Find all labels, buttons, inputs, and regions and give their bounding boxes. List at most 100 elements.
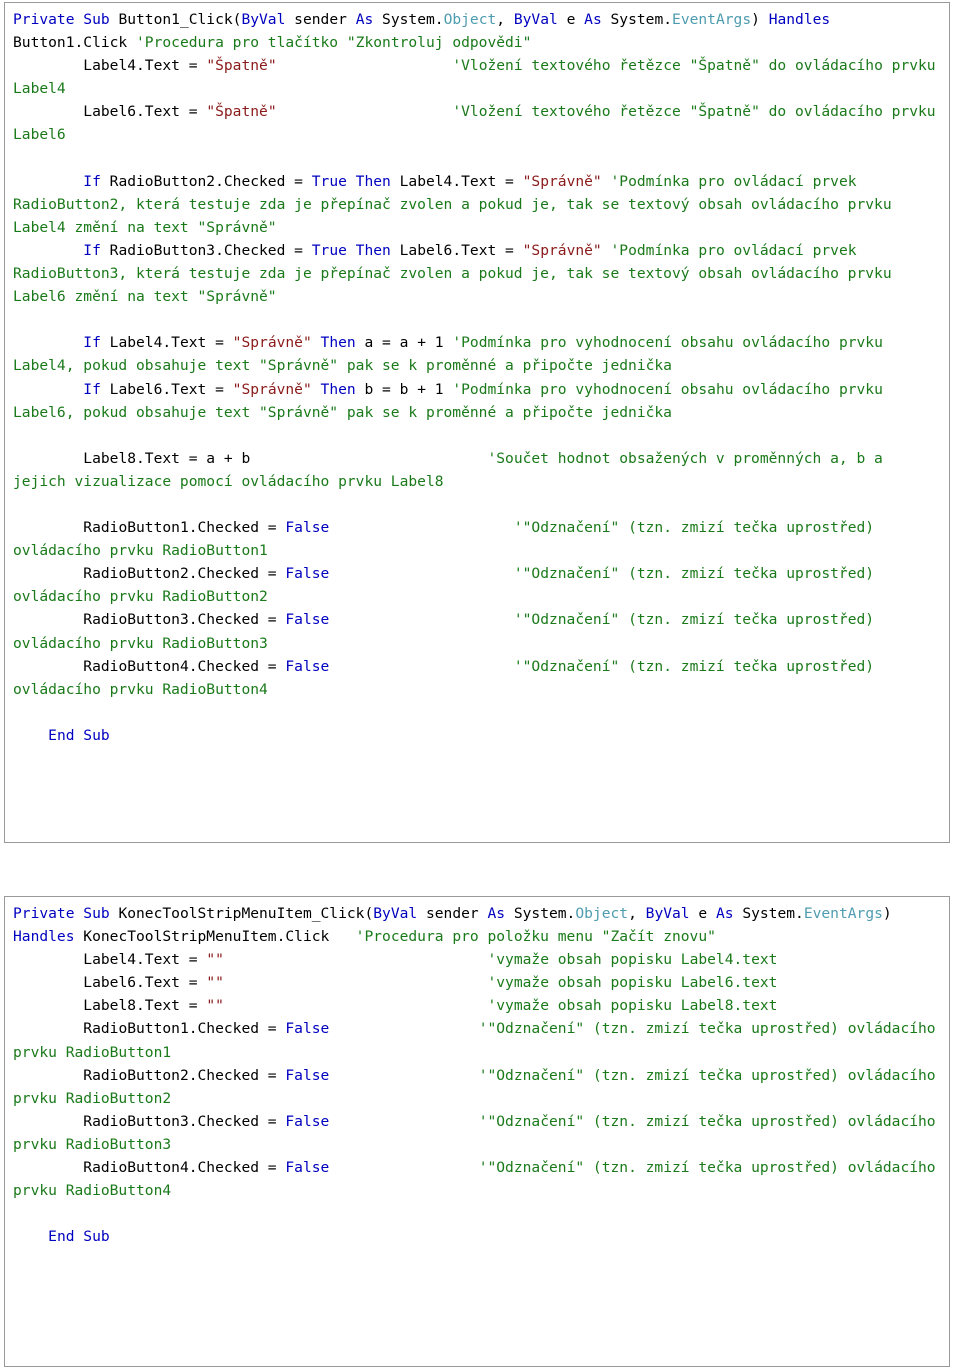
token-pln: [277, 57, 453, 74]
token-pln: [329, 1067, 478, 1084]
token-str: "Správně": [522, 241, 602, 259]
token-pln: [329, 565, 514, 582]
token-pln: Label4.Text =: [13, 57, 207, 75]
token-pln: [312, 334, 321, 351]
code-line: If RadioButton3.Checked = True Then Labe…: [13, 239, 943, 308]
token-type: EventArgs: [672, 11, 752, 28]
code-line: Label6.Text = "" 'vymaže obsah popisku L…: [13, 971, 943, 994]
code-line: Label8.Text = a + b 'Součet hodnot obsaž…: [13, 447, 943, 493]
token-pln: [13, 727, 48, 744]
token-pln: Label6.Text =: [399, 241, 523, 259]
token-pln: b = b + 1: [364, 380, 453, 398]
code-line: RadioButton4.Checked = False '"Odznačení…: [13, 1156, 943, 1202]
token-str: "Špatně": [206, 103, 277, 121]
token-kw: True Then: [311, 172, 400, 190]
code-line: Private Sub KonecToolStripMenuItem_Click…: [13, 902, 943, 948]
token-pln: Label4.Text =: [13, 951, 207, 969]
token-str: "Správně": [232, 380, 312, 398]
code-block-konectoolstripmenuitem-click-procedure: Private Sub KonecToolStripMenuItem_Click…: [4, 896, 950, 1367]
token-kw: False: [285, 519, 330, 537]
token-str: "": [206, 997, 224, 1015]
token-pln: [329, 1113, 478, 1130]
token-pln: RadioButton2.Checked =: [13, 565, 286, 583]
token-pln: [329, 658, 514, 675]
token-com: 'Procedura pro položku menu "Začít znovu…: [355, 928, 716, 946]
token-pln: [602, 242, 611, 259]
token-pln: System.: [742, 905, 804, 922]
token-kw: ByVal: [241, 11, 295, 28]
token-pln: [329, 519, 514, 536]
code-line: Label6.Text = "Špatně" 'Vložení textovéh…: [13, 100, 943, 146]
token-kw: ByVal: [373, 905, 426, 922]
token-pln: [224, 951, 488, 968]
token-pln: RadioButton1.Checked =: [13, 1020, 286, 1038]
code-line: RadioButton2.Checked = False '"Odznačení…: [13, 1064, 943, 1110]
token-pln: [329, 611, 514, 628]
token-str: "Správně": [522, 172, 602, 190]
token-kw: False: [285, 611, 330, 629]
token-pln: [329, 1020, 478, 1037]
token-pln: [602, 173, 611, 190]
token-pln: [13, 334, 83, 351]
token-pln: Label8.Text =: [13, 997, 207, 1015]
code-line: RadioButton3.Checked = False '"Odznačení…: [13, 608, 943, 654]
token-pln: Label6.Text =: [109, 380, 233, 398]
token-kw: Private Sub: [13, 905, 119, 922]
token-kw: False: [285, 1159, 330, 1177]
token-pln: Label8.Text = a + b: [13, 449, 251, 467]
token-kw: As: [715, 905, 743, 922]
token-pln: e: [698, 905, 716, 922]
token-pln: Label6.Text =: [13, 974, 207, 992]
code-line: End Sub: [13, 1225, 943, 1248]
code-line: Label8.Text = "" 'vymaže obsah popisku L…: [13, 994, 943, 1017]
token-kw: If: [83, 380, 110, 398]
token-kw: As: [584, 11, 611, 28]
token-pln: [13, 1228, 48, 1245]
token-pln: ,: [628, 905, 646, 922]
token-kw: As: [487, 905, 514, 922]
token-pln: Button1.Click: [13, 34, 137, 52]
token-pln: [312, 381, 321, 398]
token-pln: Label6.Text =: [13, 103, 207, 121]
token-pln: RadioButton3.Checked =: [13, 611, 286, 629]
token-str: "Špatně": [206, 57, 277, 75]
token-kw: Private Sub: [13, 11, 119, 28]
token-kw: As: [355, 11, 383, 28]
token-pln: ): [882, 905, 901, 922]
token-pln: RadioButton4.Checked =: [13, 657, 286, 675]
code-line: If RadioButton2.Checked = True Then Labe…: [13, 170, 943, 239]
token-kw: Handles: [13, 928, 84, 946]
token-kw: False: [285, 657, 330, 675]
token-pln: Label4.Text =: [109, 334, 233, 352]
token-pln: RadioButton1.Checked =: [13, 519, 286, 537]
token-pln: sender: [425, 905, 488, 922]
token-kw: If: [83, 334, 110, 352]
token-kw: Then: [320, 334, 365, 352]
code-line: If Label4.Text = "Správně" Then a = a + …: [13, 331, 943, 377]
token-pln: [13, 381, 83, 398]
token-com: 'vymaže obsah popisku Label4.text: [487, 951, 778, 969]
token-pln: RadioButton2.Checked =: [13, 1066, 286, 1084]
token-pln: [13, 173, 83, 190]
token-pln: [13, 242, 83, 259]
code-line: Label4.Text = "Špatně" 'Vložení textovéh…: [13, 54, 943, 100]
token-str: "Správně": [232, 334, 312, 352]
token-pln: KonecToolStripMenuItem.Click: [83, 928, 356, 946]
code-line: RadioButton3.Checked = False '"Odznačení…: [13, 1110, 943, 1156]
token-pln: System.: [610, 11, 673, 28]
code-line: Private Sub Button1_Click(ByVal sender A…: [13, 8, 943, 54]
token-kw: False: [285, 1112, 330, 1130]
code-block-button1-click-procedure: Private Sub Button1_Click(ByVal sender A…: [4, 2, 950, 843]
token-pln: e: [566, 11, 585, 28]
token-kw: ByVal: [645, 905, 699, 922]
token-kw: ByVal: [513, 11, 567, 28]
token-pln: System.: [513, 905, 576, 922]
token-pln: RadioButton4.Checked =: [13, 1159, 286, 1177]
token-kw: If: [83, 241, 110, 259]
code-line: RadioButton1.Checked = False '"Odznačení…: [13, 1017, 943, 1063]
token-pln: RadioButton3.Checked =: [13, 1112, 286, 1130]
token-pln: Button1_Click(: [118, 11, 242, 28]
